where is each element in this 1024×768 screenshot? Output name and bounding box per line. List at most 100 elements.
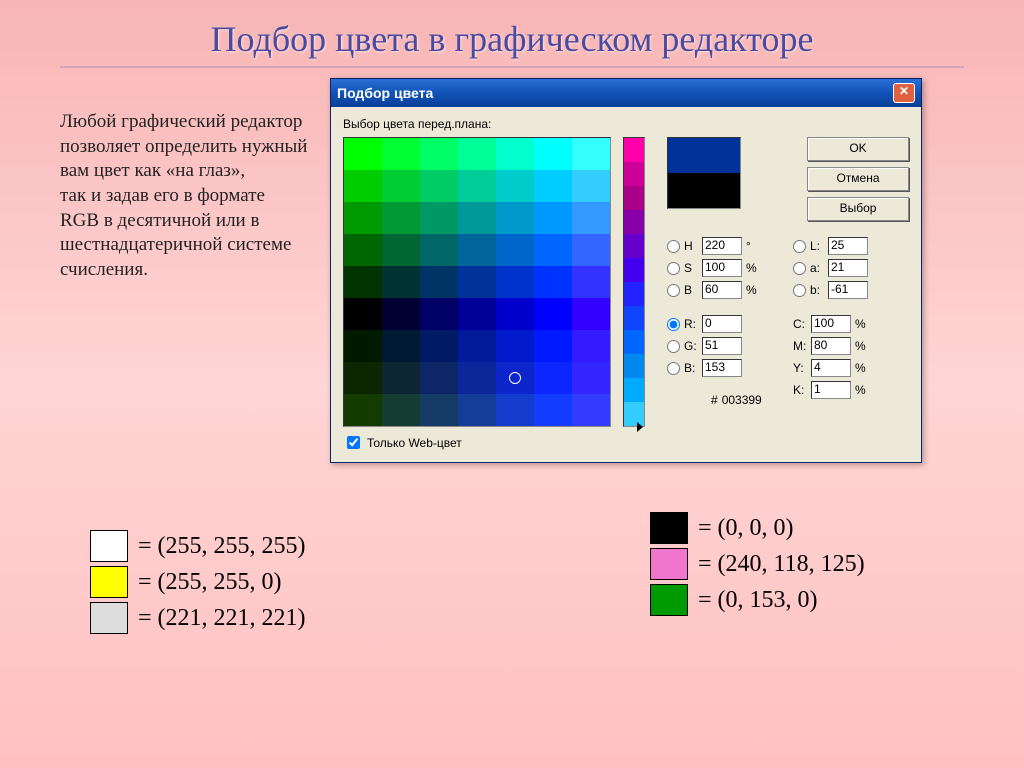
hue-cell[interactable] (624, 234, 644, 258)
hue-cell[interactable] (624, 354, 644, 378)
hue-strip[interactable] (623, 137, 645, 427)
value-b2[interactable]: -61 (828, 281, 868, 299)
hex-value[interactable]: 003399 (722, 393, 782, 407)
swatch-cell[interactable] (382, 138, 420, 170)
swatch-cell[interactable] (496, 234, 534, 266)
swatch-cell[interactable] (382, 170, 420, 202)
value-a[interactable]: 21 (828, 259, 868, 277)
swatch-cell[interactable] (496, 330, 534, 362)
swatch-cell[interactable] (344, 394, 382, 426)
swatch-cell[interactable] (420, 170, 458, 202)
radio-r[interactable] (667, 318, 680, 331)
value-r[interactable]: 0 (702, 315, 742, 333)
swatch-cell[interactable] (534, 170, 572, 202)
swatch-cell[interactable] (382, 362, 420, 394)
dialog-titlebar[interactable]: Подбор цвета ✕ (331, 79, 921, 107)
value-bb[interactable]: 60 (702, 281, 742, 299)
radio-l[interactable] (793, 240, 806, 253)
swatch-cell[interactable] (382, 202, 420, 234)
swatch-cell[interactable] (572, 138, 610, 170)
swatch-cell[interactable] (382, 234, 420, 266)
radio-b3[interactable] (667, 362, 680, 375)
radio-h[interactable] (667, 240, 680, 253)
swatch-cell[interactable] (420, 138, 458, 170)
swatch-cell[interactable] (420, 298, 458, 330)
swatch-cell[interactable] (420, 394, 458, 426)
choose-button[interactable]: Выбор (807, 197, 909, 221)
swatch-cell[interactable] (572, 330, 610, 362)
swatch-cell[interactable] (458, 362, 496, 394)
swatch-cell[interactable] (534, 298, 572, 330)
value-y[interactable]: 4 (811, 359, 851, 377)
close-icon[interactable]: ✕ (893, 83, 915, 103)
swatch-cell[interactable] (572, 170, 610, 202)
swatch-cell[interactable] (534, 362, 572, 394)
swatch-cell[interactable] (534, 202, 572, 234)
value-b3[interactable]: 153 (702, 359, 742, 377)
radio-g[interactable] (667, 340, 680, 353)
swatch-cell[interactable] (344, 170, 382, 202)
hue-cell[interactable] (624, 186, 644, 210)
swatch-cell[interactable] (572, 394, 610, 426)
swatch-cell[interactable] (534, 266, 572, 298)
swatch-cell[interactable] (420, 362, 458, 394)
ok-button[interactable]: OK (807, 137, 909, 161)
swatch-cell[interactable] (458, 170, 496, 202)
swatch-cell[interactable] (344, 234, 382, 266)
hue-cell[interactable] (624, 258, 644, 282)
radio-a[interactable] (793, 262, 806, 275)
value-h[interactable]: 220 (702, 237, 742, 255)
hue-cell[interactable] (624, 210, 644, 234)
swatch-cell[interactable] (458, 266, 496, 298)
swatch-cell[interactable] (420, 202, 458, 234)
radio-b2[interactable] (793, 284, 806, 297)
cancel-button[interactable]: Отмена (807, 167, 909, 191)
radio-bb[interactable] (667, 284, 680, 297)
swatch-cell[interactable] (382, 298, 420, 330)
swatch-cell[interactable] (534, 394, 572, 426)
swatch-cell[interactable] (458, 330, 496, 362)
swatch-cell[interactable] (572, 234, 610, 266)
swatch-cell[interactable] (496, 138, 534, 170)
swatch-cell[interactable] (458, 202, 496, 234)
swatch-cell[interactable] (458, 138, 496, 170)
color-swatch-grid[interactable] (343, 137, 611, 427)
swatch-cell[interactable] (458, 234, 496, 266)
value-l[interactable]: 25 (828, 237, 868, 255)
swatch-cell[interactable] (496, 266, 534, 298)
swatch-cell[interactable] (344, 298, 382, 330)
radio-s[interactable] (667, 262, 680, 275)
value-k[interactable]: 1 (811, 381, 851, 399)
swatch-cell[interactable] (344, 202, 382, 234)
swatch-cell[interactable] (382, 266, 420, 298)
hue-cell[interactable] (624, 378, 644, 402)
swatch-cell[interactable] (496, 298, 534, 330)
swatch-cell[interactable] (534, 138, 572, 170)
hue-cell[interactable] (624, 162, 644, 186)
value-s[interactable]: 100 (702, 259, 742, 277)
swatch-cell[interactable] (344, 362, 382, 394)
value-c[interactable]: 100 (811, 315, 851, 333)
swatch-cell[interactable] (572, 298, 610, 330)
swatch-cell[interactable] (458, 394, 496, 426)
value-g[interactable]: 51 (702, 337, 742, 355)
value-m[interactable]: 80 (811, 337, 851, 355)
swatch-cell[interactable] (382, 394, 420, 426)
swatch-cell[interactable] (344, 138, 382, 170)
swatch-cell[interactable] (420, 330, 458, 362)
hue-cell[interactable] (624, 330, 644, 354)
swatch-cell[interactable] (382, 330, 420, 362)
swatch-cell[interactable] (420, 266, 458, 298)
swatch-cell[interactable] (344, 330, 382, 362)
hue-cell[interactable] (624, 306, 644, 330)
swatch-cell[interactable] (344, 266, 382, 298)
swatch-cell[interactable] (572, 362, 610, 394)
swatch-cell[interactable] (534, 330, 572, 362)
swatch-cell[interactable] (534, 234, 572, 266)
web-only-checkbox[interactable] (347, 436, 360, 449)
swatch-cell[interactable] (572, 266, 610, 298)
hue-cell[interactable] (624, 282, 644, 306)
swatch-cell[interactable] (496, 394, 534, 426)
swatch-cell[interactable] (458, 298, 496, 330)
swatch-cell[interactable] (496, 170, 534, 202)
